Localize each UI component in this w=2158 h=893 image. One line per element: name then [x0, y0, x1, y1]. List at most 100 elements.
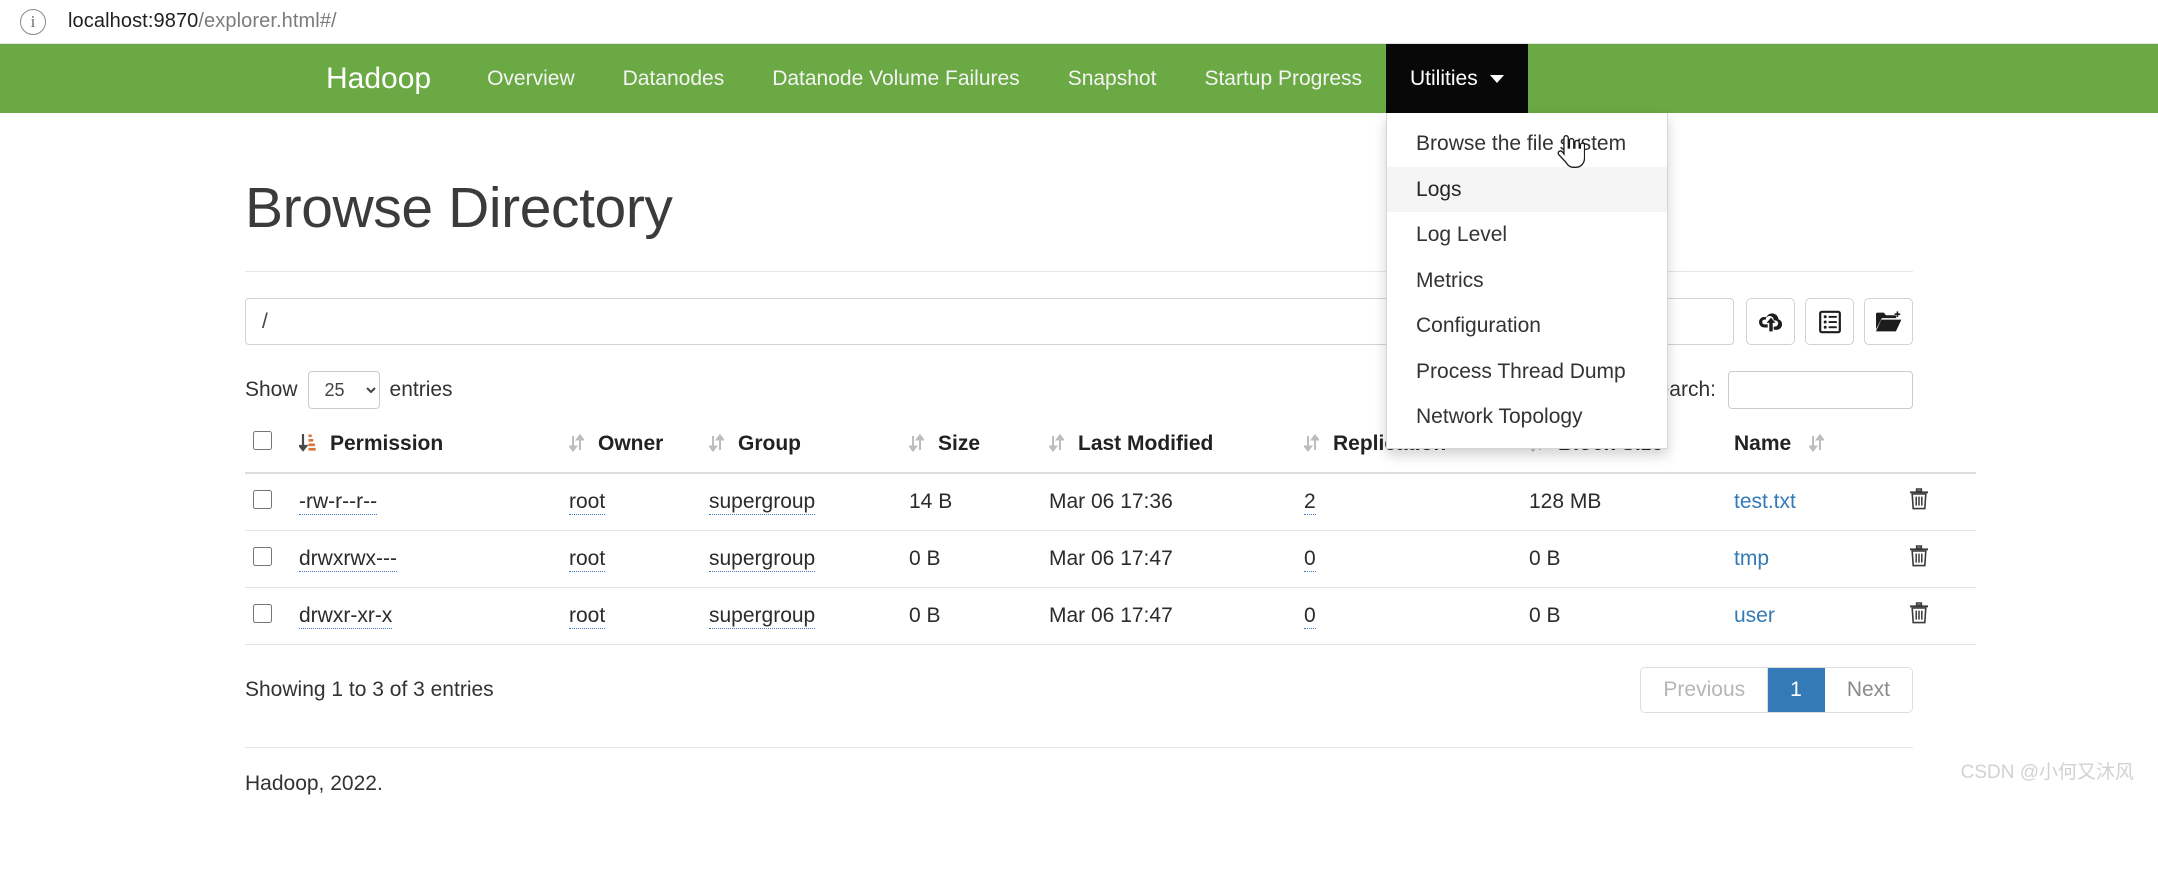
entries-label: entries [389, 378, 453, 401]
table-footer: Showing 1 to 3 of 3 entries Previous 1 N… [245, 667, 1913, 713]
dropdown-item-logs[interactable]: Logs [1387, 166, 1668, 212]
cell-last-modified: Mar 06 17:47 [1041, 530, 1296, 588]
path-action-buttons [1746, 298, 1913, 345]
column-header-size[interactable]: Size [901, 421, 1041, 474]
cell-block-size: 0 B [1521, 587, 1726, 645]
nav-item-startup-progress[interactable]: Startup Progress [1180, 44, 1386, 113]
sort-icon [1809, 434, 1825, 452]
folder-new-icon [1876, 310, 1902, 331]
nav-item-snapshot[interactable]: Snapshot [1044, 44, 1181, 113]
row-checkbox[interactable] [253, 489, 272, 509]
upload-button[interactable] [1746, 298, 1795, 345]
nav-item-datanode-volume-failures[interactable]: Datanode Volume Failures [748, 44, 1043, 113]
dropdown-item-log-level[interactable]: Log Level [1387, 212, 1667, 258]
row-select-cell [245, 530, 291, 588]
sort-icon [909, 434, 924, 452]
brand-hadoop[interactable]: Hadoop [326, 44, 451, 113]
row-checkbox[interactable] [253, 603, 272, 623]
cell-name: user [1726, 587, 1901, 645]
group-value[interactable]: supergroup [709, 547, 816, 572]
cloud-upload-icon [1758, 312, 1782, 331]
file-name-link[interactable]: tmp [1734, 547, 1769, 570]
replication-value[interactable]: 0 [1304, 547, 1316, 572]
column-header-name-label: Name [1734, 432, 1792, 455]
trash-icon [1910, 488, 1928, 510]
sort-amount-desc-icon [299, 434, 316, 452]
cell-owner: root [561, 473, 701, 531]
pagination-next[interactable]: Next [1824, 668, 1912, 712]
nav-item-datanodes[interactable]: Datanodes [599, 44, 749, 113]
cell-size: 0 B [901, 587, 1041, 645]
cut-paste-button[interactable] [1805, 298, 1854, 345]
entries-info: Showing 1 to 3 of 3 entries [245, 678, 494, 701]
permission-value[interactable]: drwxrwx--- [299, 547, 397, 572]
sort-icon [709, 434, 724, 452]
group-value[interactable]: supergroup [709, 490, 816, 515]
new-directory-button[interactable] [1864, 298, 1913, 345]
owner-value[interactable]: root [569, 490, 606, 515]
show-entries-control: Show 25 entries [245, 371, 453, 409]
replication-value[interactable]: 0 [1304, 604, 1316, 629]
cell-replication: 0 [1296, 530, 1521, 588]
dropdown-item-process-thread-dump[interactable]: Process Thread Dump [1387, 349, 1667, 395]
column-header-permission-label: Permission [330, 432, 444, 455]
replication-value[interactable]: 2 [1304, 490, 1316, 515]
delete-button[interactable] [1909, 488, 1929, 510]
cell-group: supergroup [701, 587, 901, 645]
utilities-dropdown-menu: Browse the file system Logs Log Level Me… [1386, 113, 1669, 449]
column-header-group[interactable]: Group [701, 421, 901, 474]
search-input[interactable] [1728, 371, 1913, 409]
footer-divider [245, 747, 1913, 748]
cell-block-size: 128 MB [1521, 473, 1726, 531]
table-row: -rw-r--r-- root supergroup 14 B Mar 06 1… [245, 473, 1976, 531]
watermark: CSDN @小何又沐风 [1960, 762, 2134, 783]
row-checkbox[interactable] [253, 546, 272, 566]
dropdown-item-browse-the-file-system[interactable]: Browse the file system [1387, 121, 1667, 167]
cell-size: 0 B [901, 530, 1041, 588]
search-control: Search: [1644, 371, 1913, 409]
file-name-link[interactable]: user [1734, 604, 1775, 627]
file-name-link[interactable]: test.txt [1734, 490, 1796, 513]
content-container: Browse Directory / Show 25 entries Searc… [219, 175, 1976, 796]
cell-size: 14 B [901, 473, 1041, 531]
table-header-row: Permission Owner Group Size Last Modifie… [245, 421, 1976, 474]
dropdown-item-configuration[interactable]: Configuration [1387, 303, 1667, 349]
url-text[interactable]: localhost:9870/explorer.html#/ [68, 10, 337, 33]
cell-block-size: 0 B [1521, 530, 1726, 588]
pagination-page-1[interactable]: 1 [1768, 668, 1825, 712]
delete-button[interactable] [1909, 545, 1929, 567]
column-header-last-modified[interactable]: Last Modified [1041, 421, 1296, 474]
column-header-last-modified-label: Last Modified [1078, 432, 1214, 455]
clipboard-list-icon [1818, 310, 1841, 333]
info-icon[interactable]: i [20, 8, 46, 35]
url-host: localhost:9870 [68, 10, 199, 32]
dropdown-item-network-topology[interactable]: Network Topology [1387, 394, 1667, 440]
page-body: Browse Directory / Show 25 entries Searc… [0, 175, 2158, 796]
trash-icon [1910, 602, 1928, 624]
cell-last-modified: Mar 06 17:47 [1041, 587, 1296, 645]
show-label: Show [245, 378, 298, 401]
nav-item-utilities[interactable]: Utilities [1386, 44, 1528, 113]
delete-button[interactable] [1909, 602, 1929, 624]
nav-item-overview[interactable]: Overview [463, 44, 599, 113]
cell-group: supergroup [701, 473, 901, 531]
nav-item-utilities-label: Utilities [1410, 66, 1478, 90]
group-value[interactable]: supergroup [709, 604, 816, 629]
cell-name: tmp [1726, 530, 1901, 588]
column-header-owner[interactable]: Owner [561, 421, 701, 474]
main-navbar: Hadoop Overview Datanodes Datanode Volum… [0, 44, 2158, 449]
column-header-permission[interactable]: Permission [291, 421, 561, 474]
row-select-cell [245, 473, 291, 531]
select-all-checkbox[interactable] [253, 431, 272, 450]
table-row: drwxr-xr-x root supergroup 0 B Mar 06 17… [245, 587, 1976, 645]
dropdown-item-metrics[interactable]: Metrics [1387, 258, 1667, 304]
column-header-actions [1901, 421, 1976, 474]
permission-value[interactable]: -rw-r--r-- [299, 490, 378, 515]
pagination-previous[interactable]: Previous [1641, 668, 1769, 712]
column-header-name[interactable]: Name [1726, 421, 1901, 474]
permission-value[interactable]: drwxr-xr-x [299, 604, 393, 629]
owner-value[interactable]: root [569, 604, 606, 629]
page-length-select[interactable]: 25 [307, 371, 380, 409]
sort-icon [569, 434, 584, 452]
owner-value[interactable]: root [569, 547, 606, 572]
